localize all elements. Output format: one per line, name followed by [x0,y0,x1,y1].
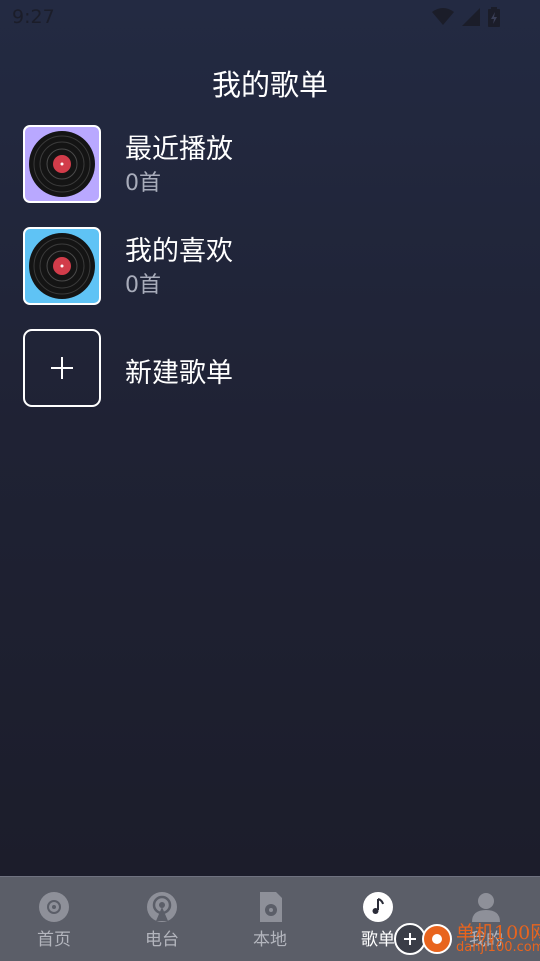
vinyl-record-icon [29,131,95,197]
playlist-cover [23,125,101,203]
playlist-count: 0首 [125,171,161,196]
nav-label: 电台 [145,930,179,950]
local-file-icon [260,892,282,922]
playlist-cover [23,227,101,305]
status-bar: 9:27 [0,0,540,36]
watermark-logo-icon [394,923,452,955]
playlist-item-favorites[interactable]: 我的喜欢 0首 [23,227,503,305]
watermark-url: danji100.com [456,940,540,955]
playlist-item-recent[interactable]: 最近播放 0首 [23,125,503,203]
playlist-title: 我的喜欢 [125,236,233,267]
new-playlist-box [23,329,101,407]
signal-icon [462,8,480,26]
battery-icon [488,7,500,27]
vinyl-record-icon [29,233,95,299]
plus-icon [25,331,99,405]
nav-item-local[interactable]: 本地 [216,877,324,961]
new-playlist-label: 新建歌单 [125,358,233,389]
nav-item-home[interactable]: 首页 [0,877,108,961]
wifi-icon [432,8,454,25]
status-icons [432,7,500,27]
nav-item-radio[interactable]: 电台 [108,877,216,961]
nav-label: 首页 [37,930,71,950]
new-playlist-button[interactable]: 新建歌单 [23,329,503,407]
page-title: 我的歌单 [211,68,328,102]
status-time: 9:27 [12,6,55,28]
radio-icon [147,892,177,922]
watermark: 单机100网 danji100.com [390,914,540,960]
nav-label: 本地 [253,930,287,950]
playlist-count: 0首 [125,273,161,298]
playlist-title: 最近播放 [125,134,233,165]
disc-icon [39,892,69,922]
